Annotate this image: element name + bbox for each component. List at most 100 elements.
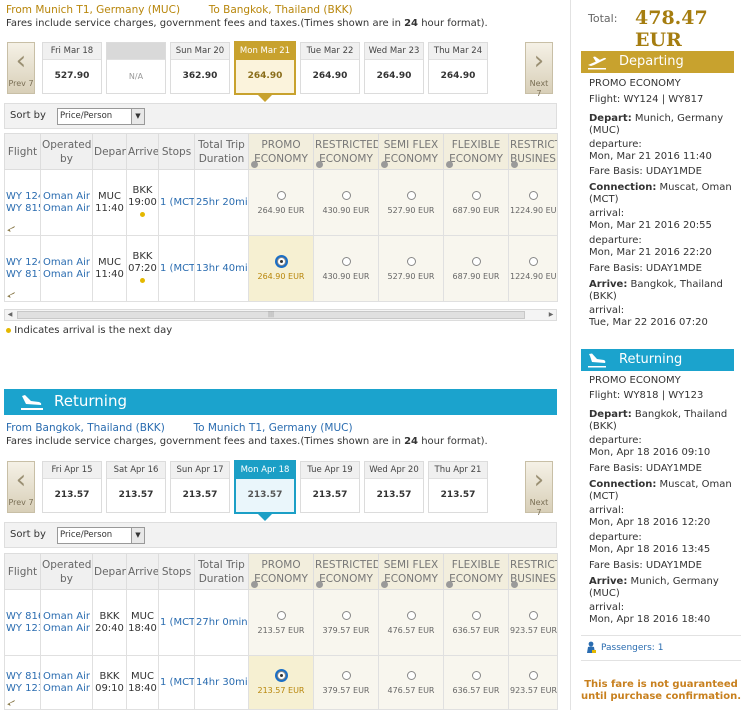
fare-option[interactable]: 430.90 EUR [313, 235, 379, 302]
outbound-next-button[interactable]: › Next 7 [525, 42, 553, 98]
returning-arrival-time: Mon, Apr 18 2016 18:40 [589, 614, 711, 625]
fare-option-selected[interactable]: 264.90 EUR [248, 235, 314, 302]
operator[interactable]: Oman Air Oman Air [40, 235, 93, 302]
outbound-day-option[interactable]: Sun Mar 20362.90 EUR [170, 42, 230, 114]
plane-takeoff-icon [588, 56, 606, 70]
next-day-legend: Indicates arrival is the next day [6, 325, 172, 336]
fare-radio[interactable] [341, 670, 351, 680]
passengers-count[interactable]: Passengers: 1 [601, 643, 663, 653]
col-depart: Depart [92, 133, 127, 170]
fare-option[interactable]: 476.57 EUR [378, 589, 444, 656]
fare-radio-selected[interactable] [276, 670, 286, 680]
operator[interactable]: Oman Air Oman Air [40, 589, 93, 656]
fare-radio[interactable] [528, 670, 538, 680]
fare-radio-selected[interactable] [276, 256, 286, 266]
operator[interactable]: Oman Air Oman Air [40, 169, 93, 236]
fare-radio[interactable] [528, 256, 538, 266]
returning-prev-button[interactable]: ‹ Prev 7 [7, 461, 35, 513]
stops-link[interactable]: 1 (MCT) [158, 589, 195, 656]
arrive-time: BKK 19:00 [126, 169, 159, 236]
fare-option[interactable]: 527.90 EUR [378, 235, 444, 302]
fare-option[interactable]: 476.57 EUR [378, 655, 444, 710]
fare-radio[interactable] [471, 610, 481, 620]
fare-option[interactable]: 923.57 EUR [508, 655, 558, 710]
stops-link[interactable]: 1 (MCT) [158, 235, 195, 302]
fare-radio[interactable] [341, 190, 351, 200]
info-icon[interactable] [381, 581, 388, 588]
fare-radio[interactable] [471, 190, 481, 200]
fare-option[interactable]: 379.57 EUR [313, 655, 379, 710]
flight-numbers[interactable]: WY 124 WY 815 [4, 169, 41, 236]
info-icon[interactable] [316, 581, 323, 588]
returning-day-option[interactable]: Thu Apr 21213.57 EUR [428, 461, 488, 533]
plane-icon [7, 699, 15, 706]
info-icon[interactable] [251, 581, 258, 588]
info-icon[interactable] [446, 161, 453, 168]
outbound-day-option[interactable]: Thu Mar 24264.90 EUR [428, 42, 488, 114]
returning-day-option[interactable]: Wed Apr 20213.57 EUR [364, 461, 424, 533]
flight-numbers[interactable]: WY 816 WY 123 [4, 589, 41, 656]
fare-radio[interactable] [406, 256, 416, 266]
fare-option[interactable]: 636.57 EUR [443, 655, 509, 710]
fare-radio[interactable] [276, 610, 286, 620]
fare-option[interactable]: 430.90 EUR [313, 169, 379, 236]
flight-numbers[interactable]: WY 818 WY 123 [4, 655, 41, 710]
fare-option[interactable]: 636.57 EUR [443, 589, 509, 656]
info-icon[interactable] [511, 581, 518, 588]
operator[interactable]: Oman Air Oman Air [40, 655, 93, 710]
outbound-day-option[interactable]: Tue Mar 22264.90 EUR [300, 42, 360, 114]
fare-option[interactable]: 213.57 EUR [248, 589, 314, 656]
returning-day-option[interactable]: Fri Apr 15213.57 EUR [42, 461, 102, 533]
fare-radio[interactable] [528, 610, 538, 620]
scroll-left-icon[interactable]: ◀ [5, 310, 15, 320]
fare-radio[interactable] [276, 190, 286, 200]
flight-numbers[interactable]: WY 124 WY 817 [4, 235, 41, 302]
fare-option[interactable]: 379.57 EUR [313, 589, 379, 656]
returning-day-selected[interactable]: Mon Apr 18213.57 EUR [234, 460, 296, 533]
outbound-horizontal-scrollbar[interactable]: ◀ ||| ▶ [4, 309, 557, 321]
fare-radio[interactable] [471, 256, 481, 266]
duration-link[interactable]: 14hr 30min [194, 655, 249, 710]
outbound-sort-select[interactable]: Price/Person ▼ [57, 108, 145, 125]
outbound-prev-button[interactable]: ‹ Prev 7 [7, 42, 35, 94]
arrive-time: BKK 07:20 [126, 235, 159, 302]
chevron-down-icon: ▼ [131, 528, 144, 543]
fare-option[interactable]: 527.90 EUR [378, 169, 444, 236]
duration-link[interactable]: 27hr 0min [194, 589, 249, 656]
fare-option[interactable]: 687.90 EUR [443, 169, 509, 236]
returning-sort-select[interactable]: Price/Person ▼ [57, 527, 145, 544]
duration-link[interactable]: 25hr 20min [194, 169, 249, 236]
fare-option[interactable]: 264.90 EUR [248, 169, 314, 236]
scrollbar-thumb[interactable]: ||| [17, 311, 525, 319]
info-icon[interactable] [251, 161, 258, 168]
fare-option[interactable]: 687.90 EUR [443, 235, 509, 302]
returning-arrive: Arrive: Munich, Germany [589, 576, 719, 587]
duration-link[interactable]: 13hr 40min [194, 235, 249, 302]
fare-option[interactable]: 1224.90 EUR [508, 235, 558, 302]
fare-radio[interactable] [341, 256, 351, 266]
col-arrive: Arrive [126, 553, 159, 590]
info-icon[interactable] [511, 161, 518, 168]
fare-option-selected[interactable]: 213.57 EUR [248, 655, 314, 710]
outbound-day-option[interactable]: Fri Mar 18527.90 EUR [42, 42, 102, 114]
returning-day-option[interactable]: Tue Apr 19213.57 EUR [300, 461, 360, 533]
info-icon[interactable] [446, 581, 453, 588]
fare-option[interactable]: 923.57 EUR [508, 589, 558, 656]
stops-link[interactable]: 1 (MCT) [158, 655, 195, 710]
fare-radio[interactable] [471, 670, 481, 680]
outbound-day-selected[interactable]: Mon Mar 21264.90 EUR [234, 41, 296, 114]
fare-radio[interactable] [528, 190, 538, 200]
fare-radio[interactable] [406, 670, 416, 680]
returning-day-option[interactable]: Sun Apr 17213.57 EUR [170, 461, 230, 533]
info-icon[interactable] [316, 161, 323, 168]
stops-link[interactable]: 1 (MCT) [158, 169, 195, 236]
scroll-right-icon[interactable]: ▶ [546, 310, 556, 320]
info-icon[interactable] [381, 161, 388, 168]
fare-radio[interactable] [406, 190, 416, 200]
returning-next-button[interactable]: › Next 7 [525, 461, 553, 517]
fare-option[interactable]: 1224.90 EUR [508, 169, 558, 236]
outbound-day-option[interactable]: Wed Mar 23264.90 EUR [364, 42, 424, 114]
fare-radio[interactable] [406, 610, 416, 620]
returning-day-option[interactable]: Sat Apr 16213.57 EUR [106, 461, 166, 533]
fare-radio[interactable] [341, 610, 351, 620]
